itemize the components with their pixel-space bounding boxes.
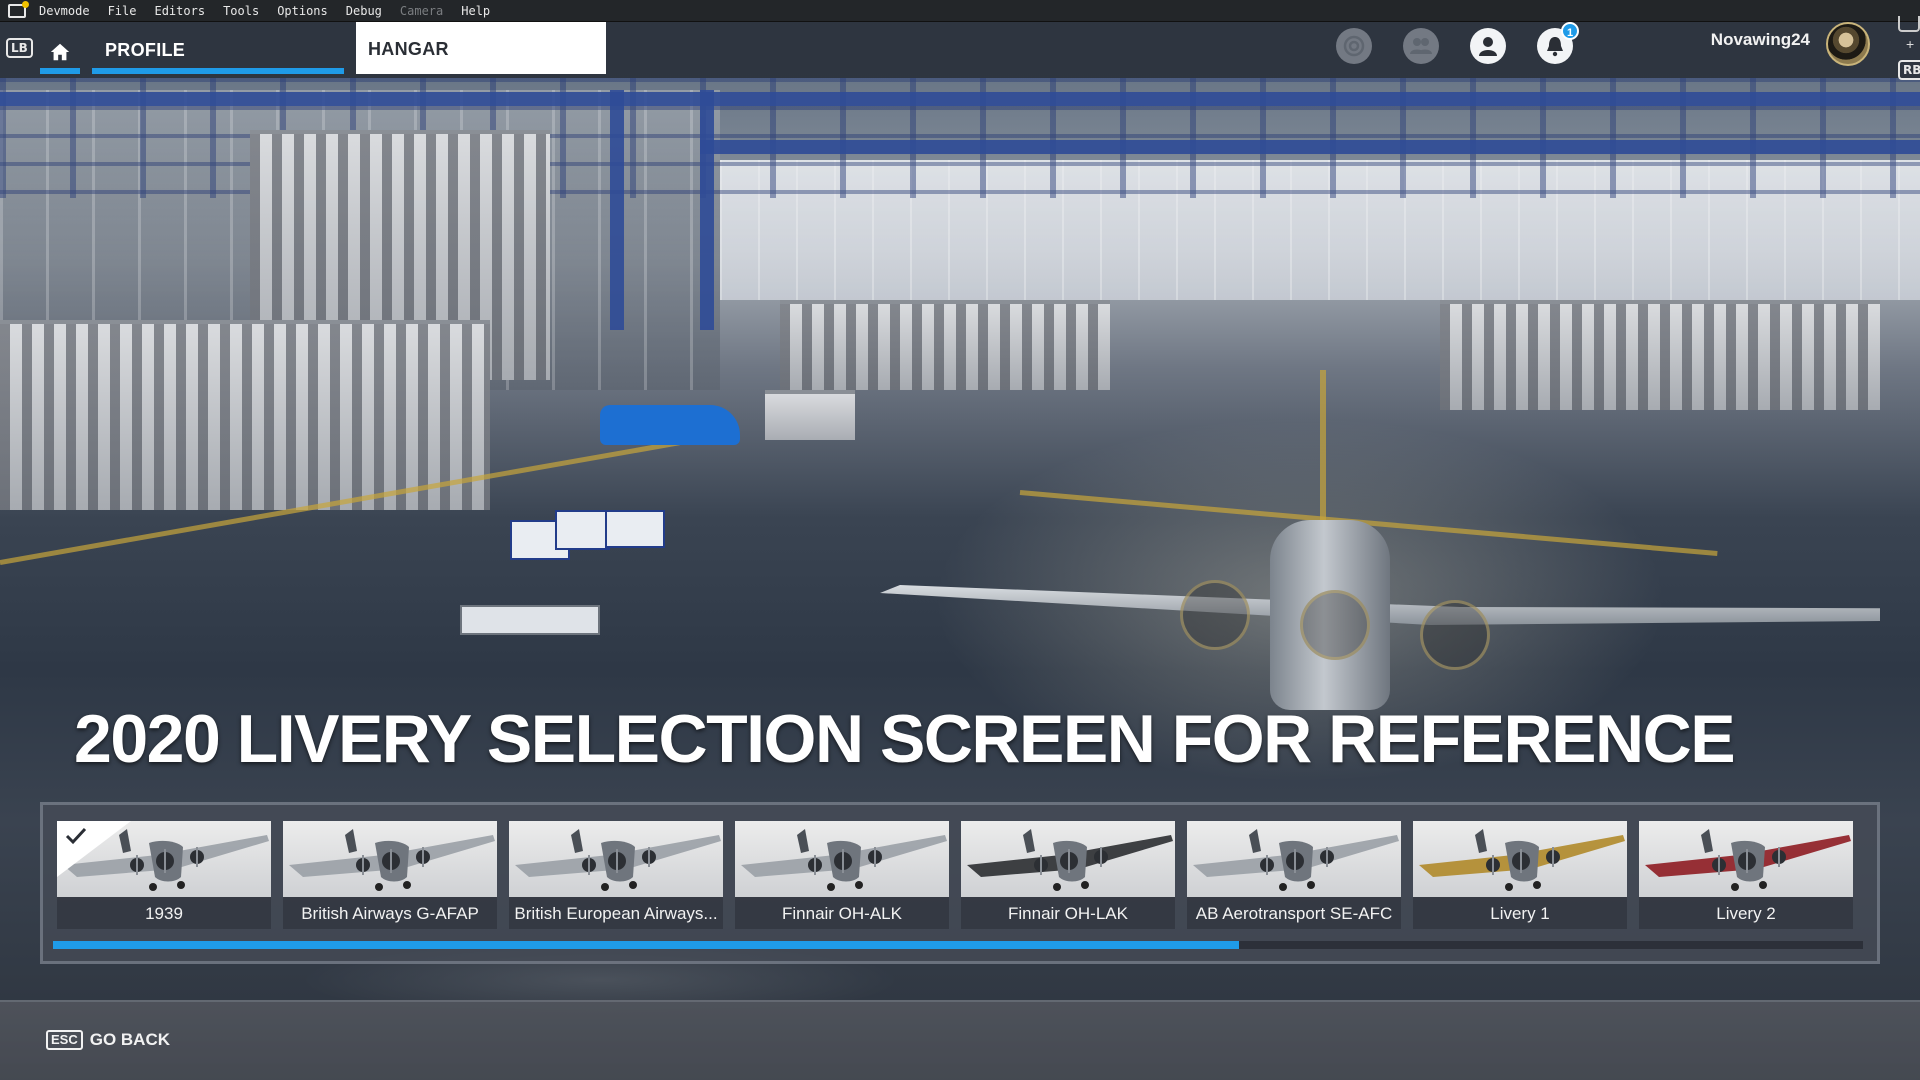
menu-devmode[interactable]: Devmode: [30, 0, 99, 22]
tab-hangar-label: HANGAR: [368, 39, 449, 59]
menu-debug[interactable]: Debug: [337, 0, 391, 22]
livery-scrollbar-thumb[interactable]: [53, 941, 1239, 949]
roof-column: [610, 90, 624, 330]
menu-tools[interactable]: Tools: [214, 0, 268, 22]
livery-thumbnail: [1639, 821, 1853, 897]
tab-profile-underline: [92, 68, 344, 74]
aircraft-thumbnail-icon: [967, 829, 1173, 891]
home-tab[interactable]: [40, 30, 80, 74]
tow-tug: [600, 405, 740, 445]
home-icon: [50, 43, 70, 61]
livery-card[interactable]: British European Airways...: [509, 821, 723, 929]
livery-card[interactable]: British Airways G-AFAP: [283, 821, 497, 929]
menu-file[interactable]: File: [99, 0, 146, 22]
menu-options[interactable]: Options: [268, 0, 337, 22]
account-icon: [1479, 37, 1497, 56]
bottom-bar: ESC GO BACK: [0, 1000, 1920, 1080]
livery-card[interactable]: Livery 2: [1639, 821, 1853, 929]
livery-thumbnail: [961, 821, 1175, 897]
livery-name: AB Aerotransport SE-AFC: [1195, 904, 1393, 923]
menu-help[interactable]: Help: [452, 0, 499, 22]
aircraft-propeller: [1180, 580, 1250, 650]
livery-card[interactable]: 1939: [57, 821, 271, 929]
account-button[interactable]: [1470, 28, 1506, 64]
livery-thumbnail: [509, 821, 723, 897]
livery-thumbnail: [1413, 821, 1627, 897]
checkmark-icon: [65, 827, 87, 845]
tab-hangar[interactable]: HANGAR: [356, 22, 606, 74]
livery-name: Livery 2: [1716, 904, 1776, 923]
page-title: 2020 LIVERY SELECTION SCREEN FOR REFEREN…: [74, 701, 1736, 777]
notification-badge: 1: [1561, 22, 1579, 40]
aircraft-thumbnail-icon: [515, 829, 721, 891]
tab-profile-label: PROFILE: [105, 40, 186, 60]
livery-card[interactable]: Finnair OH-LAK: [961, 821, 1175, 929]
go-back-button[interactable]: ESC GO BACK: [46, 1030, 170, 1050]
roof-column: [700, 90, 714, 330]
aircraft-thumbnail-icon: [1193, 829, 1399, 891]
baggage-cart: [555, 510, 610, 550]
roof-beam: [0, 92, 1920, 106]
luggage-dolly: [460, 605, 600, 635]
go-back-label: GO BACK: [89, 1030, 171, 1049]
livery-name: Finnair OH-LAK: [1008, 904, 1128, 923]
livery-card[interactable]: Finnair OH-ALK: [735, 821, 949, 929]
friends-button[interactable]: [1403, 28, 1439, 64]
activity-icon: [1343, 35, 1365, 57]
livery-thumbnail: [283, 821, 497, 897]
livery-thumbnail: [735, 821, 949, 897]
livery-name: Livery 1: [1490, 904, 1550, 923]
top-navigation: LB PROFILE HANGAR 1 Novawing24 + RB: [0, 16, 1920, 80]
rb-button-hint[interactable]: RB: [1898, 60, 1920, 80]
baggage-cart: [605, 510, 665, 548]
avatar[interactable]: [1826, 22, 1870, 66]
livery-thumbnail: [1187, 821, 1401, 897]
office-building: [780, 300, 1110, 390]
rb-plus-hint: +: [1906, 36, 1915, 52]
aircraft-thumbnail-icon: [1419, 829, 1625, 891]
livery-name: British Airways G-AFAP: [301, 904, 479, 923]
aircraft-thumbnail-icon: [1645, 829, 1851, 891]
livery-selector: 1939 British Airways G-AFAP British Europe…: [40, 802, 1880, 964]
office-building: [1440, 300, 1880, 410]
menu-camera: Camera: [399, 3, 444, 18]
livery-card[interactable]: Livery 1: [1413, 821, 1627, 929]
hangar-screen: Devmode File Editors Tools Options Debug…: [0, 0, 1920, 1080]
livery-name: Finnair OH-ALK: [782, 904, 902, 923]
username[interactable]: Novawing24: [1640, 30, 1810, 50]
livery-card[interactable]: AB Aerotransport SE-AFC: [1187, 821, 1401, 929]
roof-beam: [700, 140, 1920, 154]
aircraft-propeller: [1300, 590, 1370, 660]
tab-profile[interactable]: PROFILE: [92, 30, 344, 74]
aircraft-thumbnail-icon: [741, 829, 947, 891]
esc-key-hint: ESC: [46, 1030, 83, 1050]
lb-button-hint[interactable]: LB: [6, 38, 33, 58]
dev-menu-bar: Devmode File Editors Tools Options Debug…: [0, 0, 1920, 22]
aircraft-model: [880, 500, 1880, 720]
rt-button-hint: [1898, 16, 1920, 32]
aircraft-thumbnail-icon: [289, 829, 495, 891]
aircraft-propeller: [1420, 600, 1490, 670]
home-tab-underline: [40, 68, 80, 74]
livery-name: British European Airways...: [514, 904, 718, 923]
menu-editors[interactable]: Editors: [145, 0, 214, 22]
devmode-icon: [8, 0, 29, 18]
friends-icon: [1410, 38, 1432, 54]
livery-name: 1939: [145, 904, 183, 923]
activity-button[interactable]: [1336, 28, 1372, 64]
